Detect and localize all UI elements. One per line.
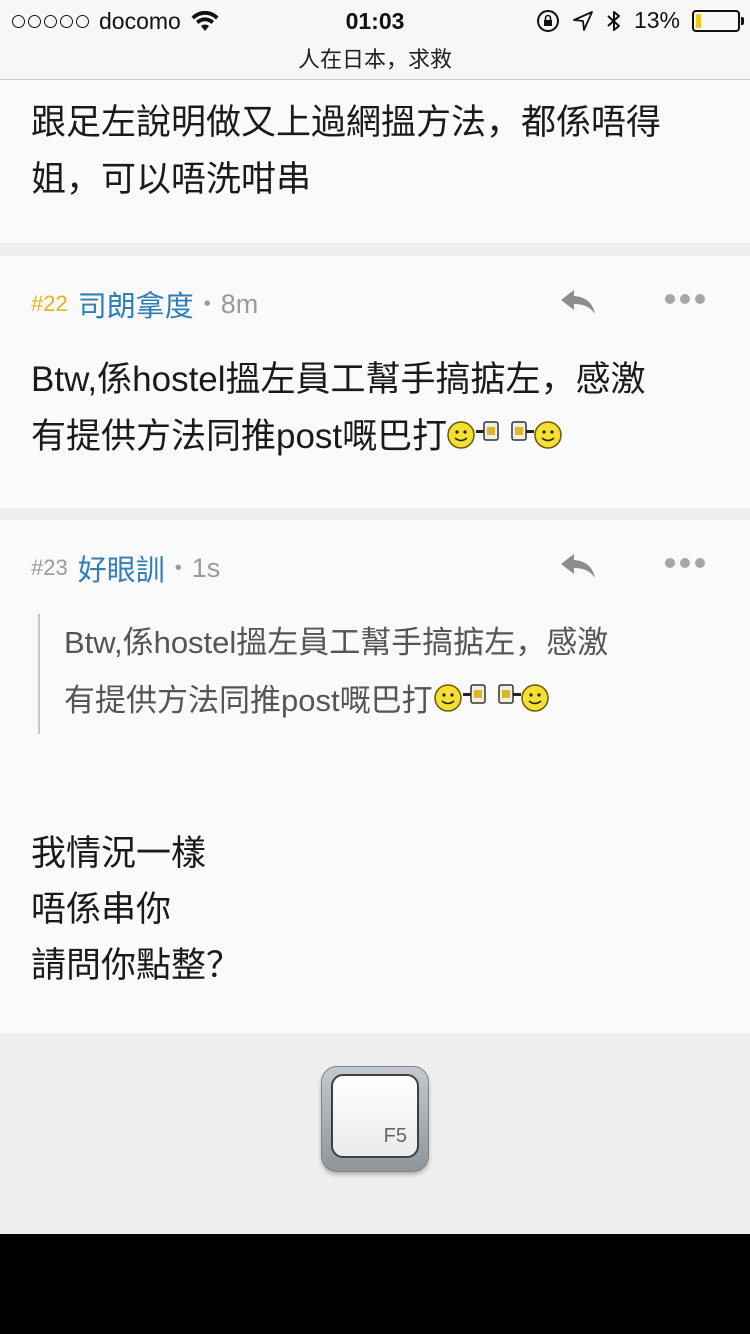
post-username[interactable]: 司朗拿度 xyxy=(78,283,194,325)
post-body: 我情況一樣 唔係串你 請問你點整？ xyxy=(31,826,241,994)
meta-separator: • xyxy=(174,556,182,579)
reply-arrow-icon[interactable] xyxy=(558,286,598,318)
battery-icon xyxy=(692,9,744,32)
post-body-line: 唔係串你 xyxy=(31,890,172,929)
location-arrow-icon xyxy=(573,10,593,31)
post-number: #22 xyxy=(31,291,68,316)
post-time: 8m xyxy=(220,288,259,319)
f5-key-label: F5 xyxy=(383,1125,407,1147)
post-body-line: 姐，可以唔洗咁串 xyxy=(31,160,312,199)
status-right: 13% xyxy=(536,7,744,34)
battery-percent: 13% xyxy=(633,7,680,33)
cheers-emoticon-icon xyxy=(447,421,562,449)
thread-title: 人在日本，求救 xyxy=(297,47,452,72)
thread-footer: F5 xyxy=(0,1033,750,1234)
post-body: Btw,係hostel搵左員工幫手搞掂左，感激 有提供方法同推post嘅巴打 xyxy=(31,351,720,465)
app-screen: docomo 01:03 13% 人在日本，求救 跟足左說明做又上過網搵方法，都… xyxy=(0,0,750,1234)
f5-key-cap: F5 xyxy=(331,1074,419,1158)
quote-body: Btw,係hostel搵左員工幫手搞掂左，感激 有提供方法同推post嘅巴打 xyxy=(64,614,688,730)
post-header: #22 司朗拿度 • 8m xyxy=(31,284,258,324)
post-body-line: Btw,係hostel搵左員工幫手搞掂左，感激 xyxy=(31,360,646,399)
more-dots-icon[interactable] xyxy=(665,558,705,570)
refresh-f5-button[interactable]: F5 xyxy=(321,1066,429,1172)
post-body-line: 請問你點整？ xyxy=(31,946,242,985)
reply-arrow-icon[interactable] xyxy=(558,550,598,582)
post-username[interactable]: 好眼訓 xyxy=(78,547,165,589)
status-bar: docomo 01:03 13% xyxy=(0,0,750,42)
nav-bar: 人在日本，求救 xyxy=(0,42,750,80)
post-card-previous: 跟足左說明做又上過網搵方法，都係唔得 姐，可以唔洗咁串 xyxy=(0,80,750,243)
post-body-line: 跟足左說明做又上過網搵方法，都係唔得 xyxy=(31,103,662,142)
post-header: #23 好眼訓 • 1s xyxy=(31,548,220,588)
post-card-22: #22 司朗拿度 • 8m Btw,係hostel搵左員工幫手搞掂左，感激 有提… xyxy=(0,256,750,508)
quote-line: 有提供方法同推post嘅巴打 xyxy=(64,672,688,730)
post-time: 1s xyxy=(191,552,221,583)
more-dots-icon[interactable] xyxy=(665,294,705,306)
meta-separator: • xyxy=(203,292,211,315)
post-body-line: 有提供方法同推post嘅巴打 xyxy=(31,408,720,465)
post-body: 跟足左說明做又上過網搵方法，都係唔得 姐，可以唔洗咁串 xyxy=(31,94,720,208)
quote-line: Btw,係hostel搵左員工幫手搞掂左，感激 xyxy=(64,625,609,660)
post-body-line: 我情況一樣 xyxy=(31,834,207,873)
post-card-23: #23 好眼訓 • 1s Btw,係hostel搵左員工幫手搞掂左，感激 有提供… xyxy=(0,520,750,1033)
post-number: #23 xyxy=(31,555,68,580)
rotation-lock-icon xyxy=(536,9,559,32)
quoted-post: Btw,係hostel搵左員工幫手搞掂左，感激 有提供方法同推post嘅巴打 xyxy=(38,614,688,734)
cheers-emoticon-icon xyxy=(433,684,549,712)
bottom-black-strip xyxy=(0,1234,750,1334)
bluetooth-icon xyxy=(607,10,620,31)
battery-level xyxy=(696,13,701,28)
